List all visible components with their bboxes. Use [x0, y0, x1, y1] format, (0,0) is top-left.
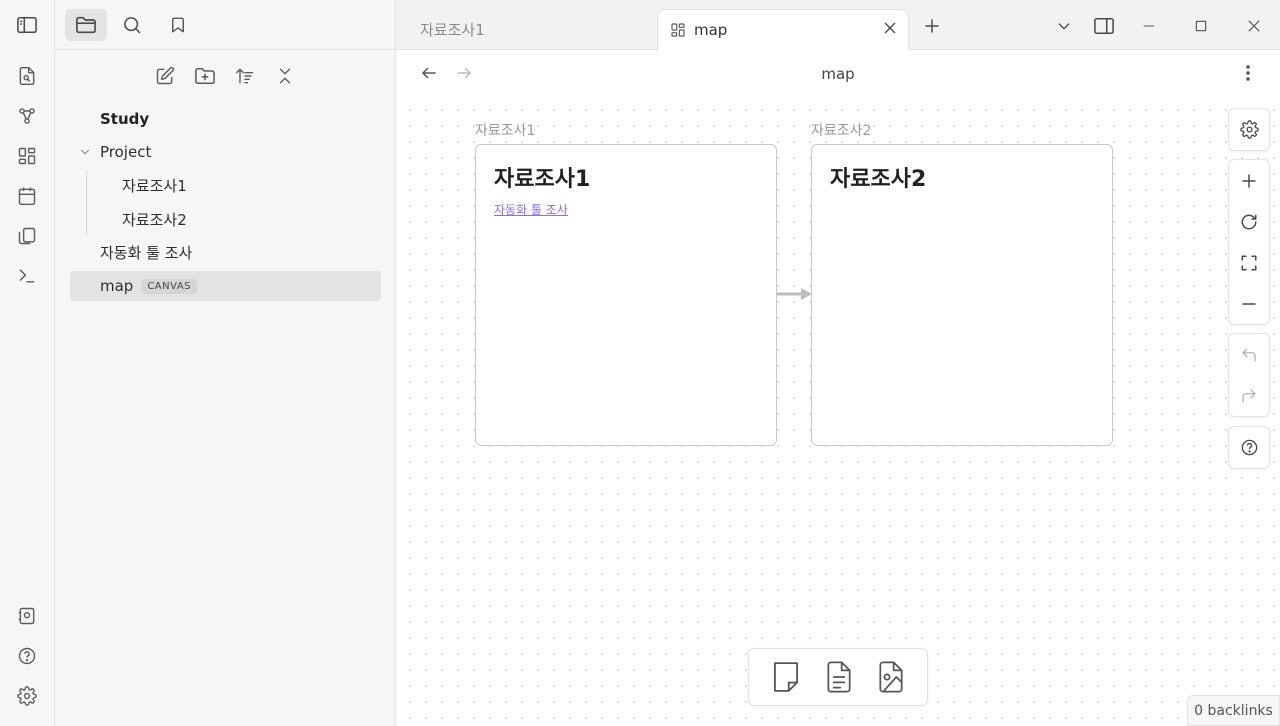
open-quick-switcher-icon[interactable] [12, 61, 42, 91]
canvas-help-group [1228, 426, 1270, 469]
canvas-history-group [1228, 333, 1270, 417]
vault-root-study[interactable]: Study [100, 104, 149, 134]
collapse-all-button[interactable] [270, 61, 300, 91]
new-note-button[interactable] [150, 61, 180, 91]
reset-zoom-icon[interactable] [1229, 201, 1269, 242]
view-header: map [396, 50, 1280, 96]
view-title: map [821, 65, 855, 83]
folder-project[interactable]: Project [100, 137, 151, 167]
file-item-자료조사2[interactable]: 자료조사2 [122, 204, 187, 234]
more-options-icon[interactable] [1235, 60, 1261, 86]
canvas-node[interactable]: 자료조사1 자동화 툴 조사 [475, 144, 777, 446]
add-note-from-vault-icon[interactable] [823, 659, 855, 695]
tab-label: map [694, 21, 728, 39]
right-sidebar-toggle-icon[interactable] [1091, 13, 1117, 39]
canvas-zoom-group [1228, 159, 1270, 325]
node-heading: 자료조사1 [494, 167, 591, 192]
sort-order-button[interactable] [230, 61, 260, 91]
canvas-insert-bar [748, 648, 928, 706]
tab-list-dropdown-icon[interactable] [1051, 13, 1077, 39]
close-tab-icon[interactable] [882, 20, 898, 36]
file-item-map-label: map [100, 277, 134, 295]
tab-label: 자료조사1 [420, 21, 485, 39]
sidebar-tab-bar [55, 0, 396, 50]
maximize-window-icon[interactable] [1188, 13, 1214, 39]
canvas-settings-group [1228, 108, 1270, 151]
edge-arrow[interactable] [777, 286, 813, 302]
file-explorer-sidebar: Study Project 자료조사1 자료조사2 자동화 툴 조사 map C… [55, 0, 396, 726]
tab-bar: 자료조사1 map [396, 0, 1280, 50]
tab-자료조사1[interactable]: 자료조사1 [406, 9, 656, 50]
add-media-from-vault-icon[interactable] [875, 659, 907, 695]
undo-icon[interactable] [1229, 334, 1269, 375]
files-tab[interactable] [65, 9, 107, 41]
add-card-icon[interactable] [769, 659, 803, 695]
canvas-tab-icon [670, 22, 686, 38]
indent-guide [86, 170, 87, 236]
node-heading: 자료조사2 [830, 167, 927, 192]
vault-switcher-icon[interactable] [12, 601, 42, 631]
file-item-자료조사1[interactable]: 자료조사1 [122, 170, 187, 200]
node-label: 자료조사1 [475, 123, 536, 139]
sidebar-toggle-icon[interactable] [12, 10, 42, 40]
canvas-tag: CANVAS [141, 278, 198, 294]
help-icon[interactable] [1229, 427, 1269, 468]
minimize-window-icon[interactable] [1136, 13, 1162, 39]
search-tab[interactable] [111, 9, 153, 41]
new-tab-button[interactable] [919, 13, 945, 39]
file-item-map[interactable]: map CANVAS [70, 271, 381, 301]
ribbon [0, 0, 55, 726]
bookmarks-tab[interactable] [157, 9, 199, 41]
backlinks-status[interactable]: 0 backlinks [1187, 695, 1280, 726]
chevron-down-icon[interactable] [78, 145, 92, 159]
new-folder-button[interactable] [190, 61, 220, 91]
node-link[interactable]: 자동화 툴 조사 [494, 201, 568, 218]
redo-icon[interactable] [1229, 375, 1269, 416]
node-label: 자료조사2 [811, 123, 872, 139]
zoom-in-icon[interactable] [1229, 160, 1269, 201]
canvas-node[interactable]: 자료조사2 [811, 144, 1113, 446]
canvas-settings-icon[interactable] [1229, 109, 1269, 150]
canvas-icon[interactable] [12, 141, 42, 171]
canvas-area[interactable]: 자료조사1 자료조사1 자동화 툴 조사 자료조사2 자료조사2 [396, 96, 1280, 726]
settings-icon[interactable] [12, 681, 42, 711]
help-icon[interactable] [12, 641, 42, 671]
calendar-icon[interactable] [12, 181, 42, 211]
graph-view-icon[interactable] [12, 101, 42, 131]
file-item-자동화-툴-조사[interactable]: 자동화 툴 조사 [100, 237, 192, 267]
zoom-out-icon[interactable] [1229, 283, 1269, 324]
close-window-icon[interactable] [1241, 13, 1267, 39]
terminal-icon[interactable] [12, 261, 42, 291]
zoom-to-fit-icon[interactable] [1229, 242, 1269, 283]
tab-map[interactable]: map [657, 9, 909, 50]
templates-icon[interactable] [12, 221, 42, 251]
